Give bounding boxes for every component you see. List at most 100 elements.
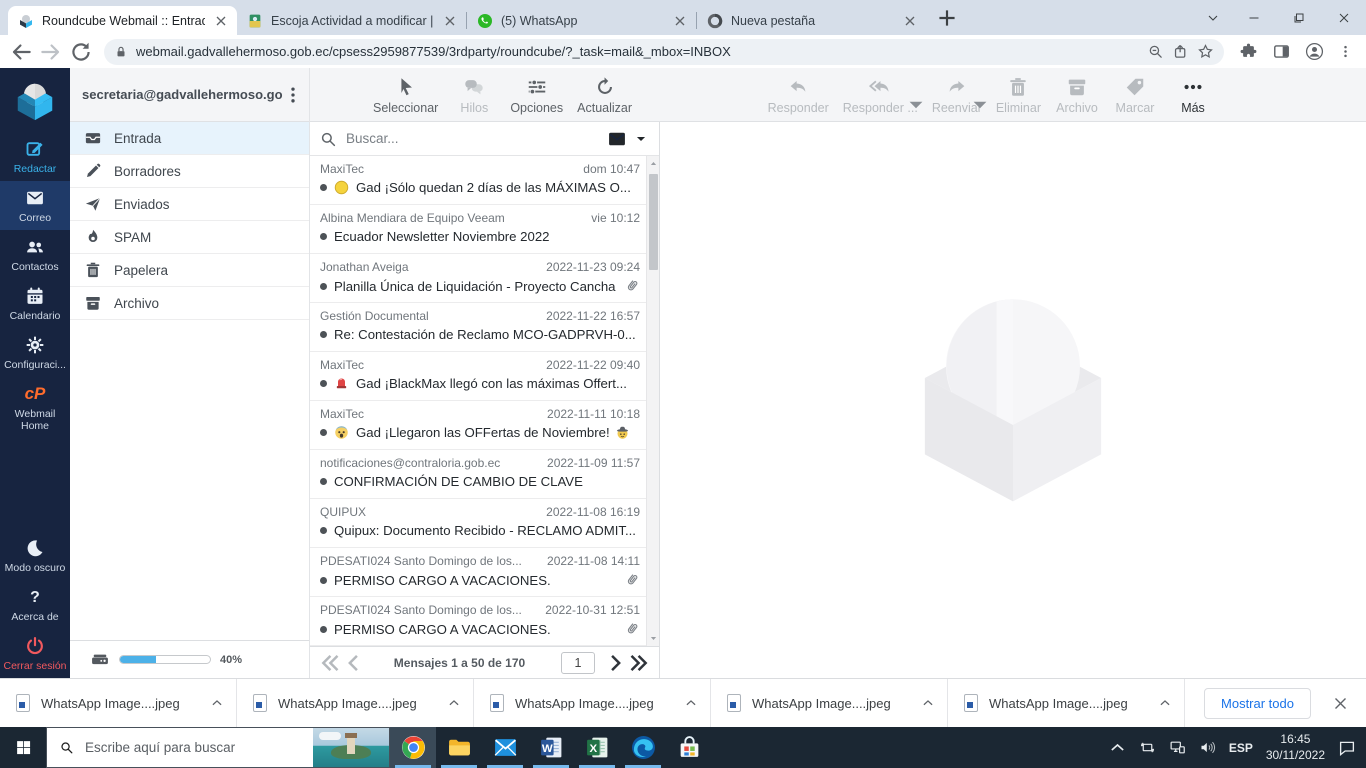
tab-close-icon[interactable] <box>213 13 229 29</box>
account-menu-icon[interactable] <box>283 85 303 105</box>
maximize-button[interactable] <box>1276 0 1321 35</box>
dropdown-caret-icon[interactable] <box>905 94 927 116</box>
back-icon[interactable] <box>8 39 34 65</box>
sidebar-item-contactos[interactable]: Contactos <box>0 230 70 279</box>
sidebar-item-acerca-de[interactable]: ?Acerca de <box>0 580 70 629</box>
folder-item-entrada[interactable]: Entrada <box>70 122 309 155</box>
network-icon[interactable] <box>1169 739 1186 756</box>
message-row[interactable]: PDESATI024 Santo Domingo de los...2022-1… <box>310 548 646 597</box>
search-scope-icon[interactable] <box>607 129 627 149</box>
toolbar-button-hilos[interactable]: Hilos <box>445 68 503 121</box>
download-chip[interactable]: WhatsApp Image....jpeg <box>474 679 711 727</box>
sidebar-item-correo[interactable]: Correo <box>0 181 70 230</box>
tab-close-icon[interactable] <box>442 13 458 29</box>
folder-item-papelera[interactable]: Papelera <box>70 254 309 287</box>
scroll-up-icon[interactable] <box>650 160 657 167</box>
message-row[interactable]: MaxiTecdom 10:47Gad ¡Sólo quedan 2 días … <box>310 156 646 205</box>
browser-tab[interactable]: Nueva pestaña <box>697 6 926 35</box>
minimize-button[interactable] <box>1231 0 1276 35</box>
toolbar-button-eliminar[interactable]: Eliminar <box>989 68 1048 121</box>
message-row[interactable]: Jonathan Aveiga2022-11-23 09:24Planilla … <box>310 254 646 303</box>
extensions-icon[interactable] <box>1239 42 1258 61</box>
folder-item-archivo[interactable]: Archivo <box>70 287 309 320</box>
download-chip[interactable]: WhatsApp Image....jpeg <box>237 679 474 727</box>
search-highlight-image[interactable] <box>313 728 389 767</box>
toolbar-button-actualizar[interactable]: Actualizar <box>570 68 639 121</box>
new-tab-icon[interactable] <box>934 5 960 31</box>
sidebar-item-configuraci-[interactable]: Configuraci... <box>0 328 70 377</box>
message-row[interactable]: MaxiTec2022-11-22 09:40Gad ¡BlackMax lle… <box>310 352 646 401</box>
sidebar-item-calendario[interactable]: Calendario <box>0 279 70 328</box>
address-bar[interactable]: webmail.gadvallehermoso.gob.ec/cpsess295… <box>104 39 1224 65</box>
sidebar-item-modo-oscuro[interactable]: Modo oscuro <box>0 531 70 580</box>
tab-close-icon[interactable] <box>672 13 688 29</box>
message-row[interactable]: PDESATI024 Santo Domingo de los...2022-1… <box>310 597 646 646</box>
zoom-indicator-icon[interactable] <box>1147 43 1164 60</box>
message-row[interactable]: QUIPUX2022-11-08 16:19Quipux: Documento … <box>310 499 646 548</box>
sidebar-item-webmail-home[interactable]: cPWebmail Home <box>0 377 70 438</box>
taskbar-app-explorer[interactable] <box>436 727 482 768</box>
roundcube-logo[interactable] <box>12 78 58 124</box>
search-input[interactable] <box>344 130 600 147</box>
bookmark-star-icon[interactable] <box>1197 43 1214 60</box>
sidebar-item-redactar[interactable]: Redactar <box>0 132 70 181</box>
display-sync-icon[interactable] <box>1139 739 1156 756</box>
forward-icon[interactable] <box>38 39 64 65</box>
close-downloads-bar-icon[interactable] <box>1333 696 1348 711</box>
download-chip[interactable]: WhatsApp Image....jpeg <box>0 679 237 727</box>
reload-icon[interactable] <box>68 39 94 65</box>
message-row[interactable]: notificaciones@contraloria.gob.ec2022-11… <box>310 450 646 499</box>
taskbar-app-store[interactable] <box>666 727 712 768</box>
download-chip[interactable]: WhatsApp Image....jpeg <box>948 679 1185 727</box>
browser-tab[interactable]: Escoja Actividad a modificar | Inf <box>237 6 466 35</box>
taskbar-search-input[interactable] <box>83 739 304 756</box>
language-indicator[interactable]: ESP <box>1229 741 1253 755</box>
search-scope-caret-icon[interactable] <box>634 132 648 146</box>
toolbar-button-m-s[interactable]: Más <box>1164 68 1222 121</box>
toolbar-button-marcar[interactable]: Marcar <box>1106 68 1164 121</box>
page-number-input[interactable] <box>561 652 595 674</box>
scroll-down-icon[interactable] <box>650 635 657 642</box>
browser-tab[interactable]: Roundcube Webmail :: Entrada <box>8 6 237 35</box>
first-page-icon[interactable] <box>318 653 342 673</box>
tab-close-icon[interactable] <box>902 13 918 29</box>
hidden-icons-chevron-icon[interactable] <box>1109 739 1126 756</box>
taskbar-search[interactable] <box>46 727 390 768</box>
message-row[interactable]: Albina Mendiara de Equipo Veeamvie 10:12… <box>310 205 646 254</box>
show-all-downloads-button[interactable]: Mostrar todo <box>1204 688 1311 719</box>
close-window-button[interactable] <box>1321 0 1366 35</box>
download-caret-icon[interactable] <box>210 696 224 710</box>
volume-icon[interactable] <box>1199 739 1216 756</box>
folder-item-enviados[interactable]: Enviados <box>70 188 309 221</box>
action-center-icon[interactable] <box>1338 739 1356 757</box>
folder-item-borradores[interactable]: Borradores <box>70 155 309 188</box>
taskbar-app-chrome[interactable] <box>390 727 436 768</box>
toolbar-button-seleccionar[interactable]: Seleccionar <box>366 68 445 121</box>
sidebar-item-cerrar-sesi-n[interactable]: Cerrar sesión <box>0 629 70 678</box>
tab-search-chevron-icon[interactable] <box>1195 0 1231 35</box>
start-button[interactable] <box>0 727 46 768</box>
folder-item-spam[interactable]: SPAM <box>70 221 309 254</box>
taskbar-app-edge[interactable] <box>620 727 666 768</box>
profile-avatar[interactable] <box>1305 42 1324 61</box>
dropdown-caret-icon[interactable] <box>969 94 991 116</box>
download-caret-icon[interactable] <box>1158 696 1172 710</box>
share-icon[interactable] <box>1172 43 1189 60</box>
message-list-scrollbar[interactable] <box>646 156 659 646</box>
scrollbar-thumb[interactable] <box>649 174 658 270</box>
browser-menu-icon[interactable] <box>1338 42 1353 61</box>
url-text[interactable]: webmail.gadvallehermoso.gob.ec/cpsess295… <box>136 44 1139 59</box>
message-row[interactable]: Gestión Documental2022-11-22 16:57Re: Co… <box>310 303 646 352</box>
download-chip[interactable]: WhatsApp Image....jpeg <box>711 679 948 727</box>
toolbar-button-responder[interactable]: Responder <box>761 68 836 121</box>
account-header[interactable]: secretaria@gadvallehermoso.go... <box>70 68 309 122</box>
download-caret-icon[interactable] <box>684 696 698 710</box>
next-page-icon[interactable] <box>603 653 627 673</box>
browser-tab[interactable]: (5) WhatsApp <box>467 6 696 35</box>
toolbar-button-archivo[interactable]: Archivo <box>1048 68 1106 121</box>
taskbar-clock[interactable]: 16:45 30/11/2022 <box>1266 732 1325 763</box>
download-caret-icon[interactable] <box>921 696 935 710</box>
taskbar-app-excel[interactable]: X <box>574 727 620 768</box>
prev-page-icon[interactable] <box>342 653 366 673</box>
taskbar-app-mail[interactable] <box>482 727 528 768</box>
